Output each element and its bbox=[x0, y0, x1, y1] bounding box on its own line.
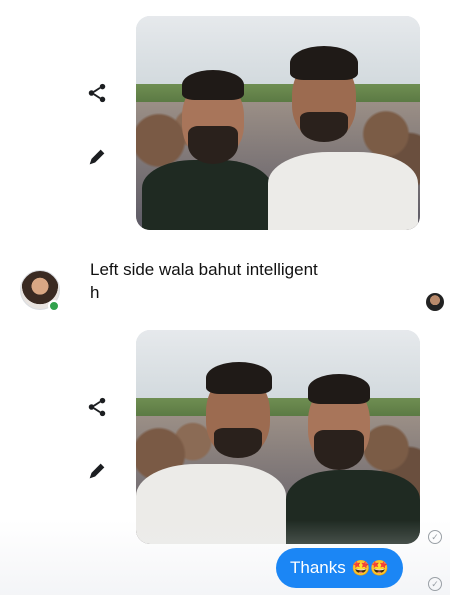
seen-avatar bbox=[426, 293, 444, 311]
incoming-message-text: Left side wala bahut intelligent h bbox=[90, 260, 318, 302]
share-icon[interactable] bbox=[84, 80, 110, 106]
chat-thread: Left side wala bahut intelligent h ✓ Tha… bbox=[0, 0, 450, 595]
person-left bbox=[142, 60, 272, 230]
share-icon[interactable] bbox=[84, 394, 110, 420]
shared-photo[interactable] bbox=[136, 330, 420, 544]
person-right bbox=[262, 40, 420, 230]
person-right bbox=[286, 368, 420, 544]
shared-photo[interactable] bbox=[136, 16, 420, 230]
online-status-dot bbox=[48, 300, 60, 312]
edit-icon[interactable] bbox=[84, 458, 110, 484]
sent-status-icon: ✓ bbox=[428, 530, 442, 544]
sent-status-icon: ✓ bbox=[428, 577, 442, 591]
person-left bbox=[136, 358, 286, 544]
photo-message bbox=[0, 330, 450, 544]
edit-icon[interactable] bbox=[84, 144, 110, 170]
star-struck-emoji: 🤩🤩 bbox=[351, 559, 390, 577]
incoming-message: Left side wala bahut intelligent h bbox=[0, 252, 450, 322]
sent-message-text: Thanks bbox=[290, 558, 346, 577]
photo-message bbox=[0, 16, 450, 230]
sent-message-bubble[interactable]: Thanks 🤩🤩 bbox=[276, 548, 404, 588]
